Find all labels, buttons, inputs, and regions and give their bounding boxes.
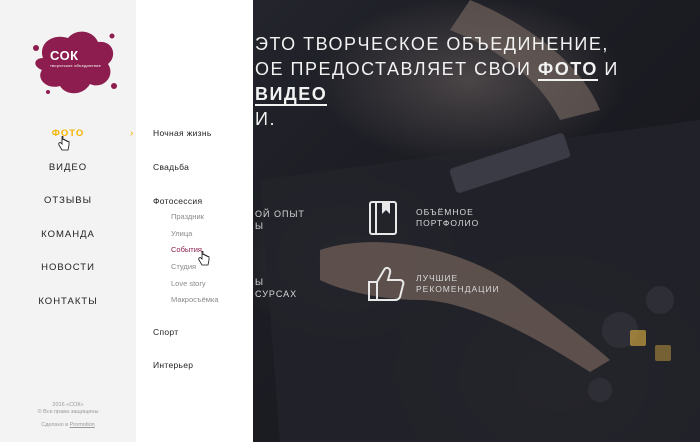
nav-item-news[interactable]: НОВОСТИ: [0, 258, 136, 292]
submenu-child-studio[interactable]: Студия: [171, 262, 196, 271]
submenu-child-street[interactable]: Улица: [171, 229, 192, 238]
feature-recommendations-text: Лучшие рекомендации: [416, 273, 500, 294]
hero-title-video-link[interactable]: ВИДЕО: [255, 84, 328, 106]
submenu-child-macro[interactable]: Макросъёмка: [171, 295, 219, 304]
footer-made-prefix: Сделано в: [41, 422, 70, 428]
nav-item-team[interactable]: КОМАНДА: [0, 225, 136, 259]
nav-item-reviews[interactable]: ОТЗЫВЫ: [0, 191, 136, 225]
hero-title-line2: ое предоставляет свои: [255, 59, 538, 79]
hand-cursor-icon: [58, 136, 70, 151]
submenu-photo: Ночная жизнь Свадьба Фотосессия Праздник…: [136, 0, 253, 442]
hero-text-resources: Ы СУРСАХ: [255, 276, 297, 300]
logo-subtitle: творческое объединение: [50, 63, 102, 68]
hero-title-and: и: [597, 59, 619, 79]
hero-text-experience: ОЙ ОПЫТ Ы: [255, 208, 305, 232]
footer-rights: © Все права защищены: [37, 409, 99, 415]
hero-title-photo-link[interactable]: ФОТО: [537, 59, 598, 81]
submenu-item-wedding[interactable]: Свадьба: [153, 162, 189, 172]
nav-item-video[interactable]: ВИДЕО: [0, 158, 136, 192]
main-nav: ФОТО ВИДЕО ОТЗЫВЫ КОМАНДА НОВОСТИ КОНТАК…: [0, 124, 136, 325]
submenu-item-sport[interactable]: Спорт: [153, 327, 178, 337]
submenu-item-interior[interactable]: Интерьер: [153, 360, 193, 370]
hero-title-line1: это творческое объединение,: [255, 34, 609, 54]
submenu-item-photosession[interactable]: Фотосессия: [153, 196, 202, 206]
hero-text-resources-line2: СУРСАХ: [255, 289, 298, 299]
submenu-child-love-story[interactable]: Love story: [171, 279, 206, 288]
feature-portfolio-text: Объёмное портфолио: [416, 207, 480, 228]
hero-text-experience-line2: Ы: [255, 221, 264, 231]
footer-copyright: 2016 «СОК»: [52, 402, 84, 408]
footer-made-by: Сделано в Promotion: [0, 422, 136, 429]
chevron-right-icon: ›: [130, 128, 134, 139]
submenu-item-nightlife[interactable]: Ночная жизнь: [153, 128, 212, 138]
hero-title-line3: и.: [255, 109, 276, 129]
hero-text-resources-line1: Ы: [255, 277, 264, 287]
sidebar: СОК творческое объединение ФОТО ВИДЕО ОТ…: [0, 0, 136, 442]
submenu-child-holiday[interactable]: Праздник: [171, 212, 204, 221]
nav-item-contacts[interactable]: КОНТАКТЫ: [0, 292, 136, 326]
logo-text: СОК: [50, 48, 79, 63]
hand-cursor-icon: [198, 251, 210, 266]
footer-made-link[interactable]: Promotion: [70, 422, 95, 428]
book-icon: [369, 201, 397, 235]
thumbs-up-icon: [368, 266, 405, 301]
footer: 2016 «СОК» © Все права защищены Сделано …: [0, 402, 136, 429]
feature-recommendations: Лучшие рекомендации: [366, 264, 526, 304]
feature-portfolio: Объёмное портфолио: [366, 198, 526, 238]
hero-text-experience-line1: ОЙ ОПЫТ: [255, 209, 305, 219]
hero-title: это творческое объединение, ое предостав…: [255, 32, 695, 132]
